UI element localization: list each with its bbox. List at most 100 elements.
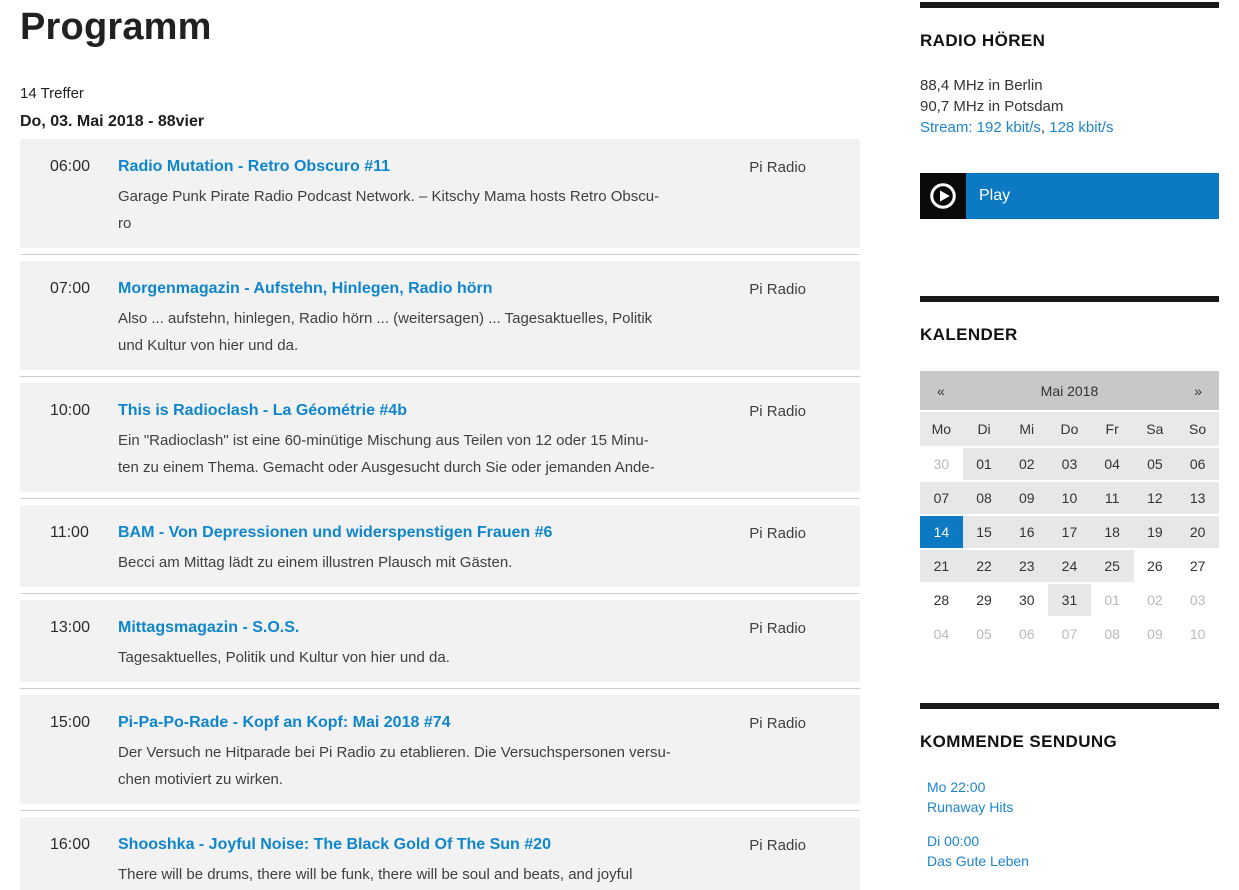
calendar-day[interactable]: 18 [1091, 515, 1134, 549]
day-heading: Do, 03. Mai 2018 - 88vier [20, 113, 860, 131]
calendar-day: 02 [1134, 583, 1177, 617]
program-time: 11:00 [20, 522, 118, 576]
program-item: 07:00Morgenmagazin - Aufstehn, Hinlegen,… [20, 261, 860, 370]
calendar-day[interactable]: 17 [1048, 515, 1091, 549]
program-main: Pi-Pa-Po-Rade - Kopf an Kopf: Mai 2018 #… [118, 712, 703, 793]
calendar-day[interactable]: 31 [1048, 583, 1091, 617]
calendar-day[interactable]: 25 [1091, 549, 1134, 583]
calendar-day: 30 [920, 447, 963, 481]
kommende-sendung-heading: KOMMENDE SENDUNG [920, 732, 1219, 752]
calendar-day[interactable]: 20 [1176, 515, 1219, 549]
program-main: BAM - Von Depressionen und widerspenstig… [118, 522, 703, 576]
program-title-link[interactable]: Radio Mutation - Retro Obscuro #11 [118, 156, 390, 178]
play-button-label: Play [966, 173, 1219, 219]
program-main: This is Radioclash - La Géométrie #4b Ein… [118, 400, 703, 481]
calendar-day[interactable]: 13 [1176, 481, 1219, 515]
program-time: 13:00 [20, 617, 118, 671]
frequency-berlin: 88,4 MHz in Berlin [920, 75, 1219, 96]
stream-link-192[interactable]: Stream: 192 kbit/s [920, 119, 1041, 136]
calendar-day[interactable]: 02 [1005, 447, 1048, 481]
calendar-day: 05 [963, 617, 1006, 651]
calendar-week-row: 04050607080910 [920, 617, 1219, 651]
calendar-day[interactable]: 23 [1005, 549, 1048, 583]
calendar-day[interactable]: 09 [1005, 481, 1048, 515]
program-description: Also ... aufstehn, hinlegen, Radio hörn … [118, 305, 703, 359]
calendar-day: 04 [920, 617, 963, 651]
program-time: 10:00 [20, 400, 118, 481]
results-count: 14 Treffer [20, 85, 860, 102]
calendar-weekday-label: Do [1048, 411, 1091, 447]
stream-separator: , [1041, 119, 1049, 136]
calendar-day[interactable]: 04 [1091, 447, 1134, 481]
calendar-day[interactable]: 21 [920, 549, 963, 583]
program-title-link[interactable]: BAM - Von Depressionen und widerspenstig… [118, 522, 552, 544]
calendar-day[interactable]: 08 [963, 481, 1006, 515]
calendar-day: 01 [1091, 583, 1134, 617]
calendar-day[interactable]: 11 [1091, 481, 1134, 515]
upcoming-show-link[interactable]: Di 01:0088vier [927, 885, 1219, 890]
calendar-day: 07 [1048, 617, 1091, 651]
page: Programm 14 Treffer Do, 03. Mai 2018 - 8… [0, 0, 1239, 890]
calendar-day[interactable]: 10 [1048, 481, 1091, 515]
program-description: Becci am Mittag lädt zu einem illustren … [118, 549, 703, 576]
program-description-line: und Kultur von hier und da. [118, 332, 703, 359]
calendar-day: 30 [1005, 583, 1048, 617]
calendar-day[interactable]: 06 [1176, 447, 1219, 481]
calendar-day[interactable]: 01 [963, 447, 1006, 481]
stream-link-128[interactable]: 128 kbit/s [1049, 119, 1113, 136]
play-circle-icon [920, 173, 966, 219]
calendar-day[interactable]: 24 [1048, 549, 1091, 583]
calendar-next-month-button[interactable]: » [1176, 371, 1219, 411]
program-title-link[interactable]: Pi-Pa-Po-Rade - Kopf an Kopf: Mai 2018 #… [118, 712, 451, 734]
calendar-day[interactable]: 15 [963, 515, 1006, 549]
program-station: Pi Radio [749, 156, 860, 237]
upcoming-show-link[interactable]: Di 00:00Das Gute Leben [927, 831, 1219, 871]
calendar-day[interactable]: 22 [963, 549, 1006, 583]
program-description-line: ten zu einem Thema. Gemacht oder Ausgesu… [118, 454, 703, 481]
program-title-link[interactable]: This is Radioclash - La Géométrie #4b [118, 400, 407, 422]
frequency-block: 88,4 MHz in Berlin 90,7 MHz in Potsdam S… [920, 75, 1219, 138]
calendar-day: 29 [963, 583, 1006, 617]
upcoming-show-link[interactable]: Mo 22:00Runaway Hits [927, 777, 1219, 817]
calendar-month-header: « Mai 2018 » [920, 371, 1219, 411]
program-description-line: chen motiviert zu wirken. [118, 766, 703, 793]
calendar-day: 27 [1176, 549, 1219, 583]
calendar-day: 06 [1005, 617, 1048, 651]
calendar-day-selected[interactable]: 14 [920, 515, 963, 549]
calendar-month-label: Mai 2018 [963, 371, 1177, 411]
calendar-day: 28 [920, 583, 963, 617]
upcoming-show-title: Runaway Hits [927, 797, 1219, 817]
sidebar: RADIO HÖREN 88,4 MHz in Berlin 90,7 MHz … [920, 0, 1219, 890]
calendar-prev-month-button[interactable]: « [920, 371, 963, 411]
calendar-weekday-label: Mi [1005, 411, 1048, 447]
program-item: 16:00Shooshka - Joyful Noise: The Black … [20, 817, 860, 890]
program-description-line: Ein "Radioclash" ist eine 60-minütige Mi… [118, 427, 703, 454]
calendar-day[interactable]: 19 [1134, 515, 1177, 549]
program-title-link[interactable]: Shooshka - Joyful Noise: The Black Gold … [118, 834, 551, 856]
play-button[interactable]: Play [920, 173, 1219, 219]
calendar-weekday-row: MoDiMiDoFrSaSo [920, 411, 1219, 447]
calendar-day[interactable]: 03 [1048, 447, 1091, 481]
program-description: Ein "Radioclash" ist eine 60-minütige Mi… [118, 427, 703, 481]
calendar-day[interactable]: 16 [1005, 515, 1048, 549]
program-list: 06:00Radio Mutation - Retro Obscuro #11 G… [20, 139, 860, 890]
program-station: Pi Radio [749, 712, 860, 793]
calendar-weekday-label: Fr [1091, 411, 1134, 447]
program-station: Pi Radio [749, 617, 860, 671]
program-title-link[interactable]: Morgenmagazin - Aufstehn, Hinlegen, Radi… [118, 278, 493, 300]
program-main: Mittagsmagazin - S.O.S.Tagesaktuelles, P… [118, 617, 703, 671]
calendar-day[interactable]: 12 [1134, 481, 1177, 515]
calendar-day[interactable]: 07 [920, 481, 963, 515]
program-item: 10:00This is Radioclash - La Géométrie #… [20, 383, 860, 492]
program-time: 06:00 [20, 156, 118, 237]
calendar-day[interactable]: 05 [1134, 447, 1177, 481]
calendar-day: 26 [1134, 549, 1177, 583]
program-description-line: Garage Punk Pirate Radio Podcast Network… [118, 183, 703, 210]
calendar-week-row: 21222324252627 [920, 549, 1219, 583]
program-title-link[interactable]: Mittagsmagazin - S.O.S. [118, 617, 299, 639]
program-item: 11:00BAM - Von Depressionen und widerspe… [20, 505, 860, 587]
upcoming-show-time: Di 00:00 [927, 831, 1219, 851]
program-time: 15:00 [20, 712, 118, 793]
section-divider-bar [920, 2, 1219, 8]
program-station: Pi Radio [749, 278, 860, 359]
